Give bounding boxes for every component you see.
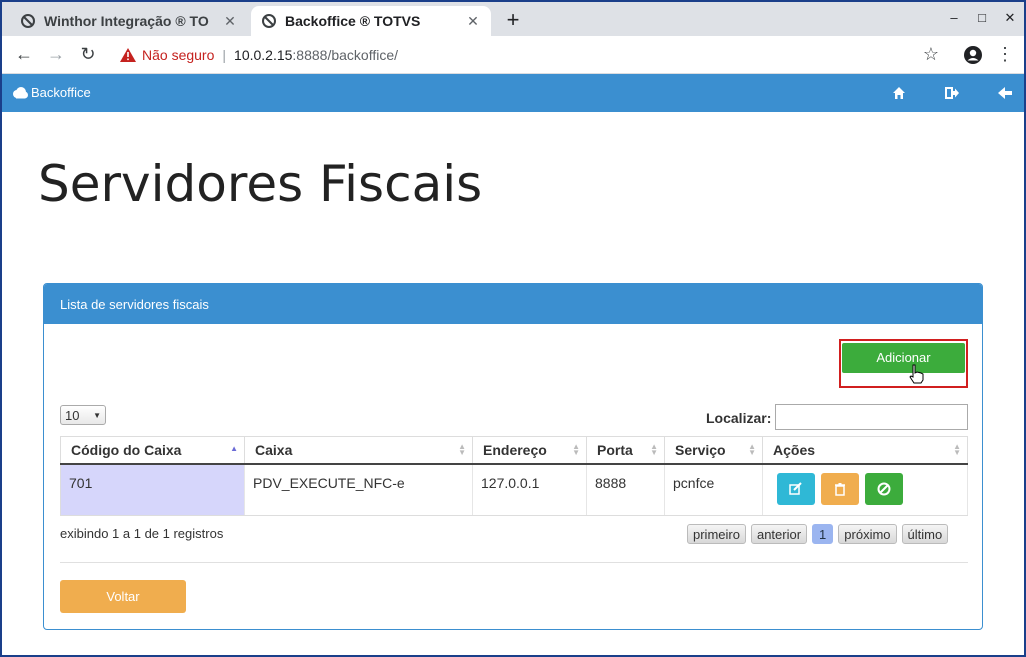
- back-button[interactable]: Voltar: [60, 580, 186, 613]
- minimize-button[interactable]: –: [946, 10, 962, 25]
- blocked-favicon-icon: [262, 14, 276, 28]
- chevron-down-icon: ▼: [93, 411, 101, 420]
- cell-servico: pcnfce: [664, 463, 763, 516]
- ban-icon: [877, 482, 891, 495]
- trash-icon: [835, 482, 845, 496]
- tab-title: Winthor Integração ® TO: [44, 13, 209, 29]
- sort-icon: ▲ ▼: [572, 442, 580, 457]
- app-header: Backoffice: [2, 74, 1024, 112]
- servers-panel: Lista de servidores fiscais Adicionar 10…: [43, 283, 983, 630]
- cell-acoes: [762, 463, 968, 516]
- column-label: Código do Caixa: [71, 441, 182, 458]
- cloud-icon: [13, 86, 28, 98]
- column-label: Caixa: [255, 441, 293, 458]
- profile-icon[interactable]: [962, 45, 984, 65]
- servers-table: Código do Caixa ▲ Caixa ▲ ▼ Endereço ▲ ▼ Port…: [60, 436, 968, 516]
- sign-out-icon[interactable]: [944, 85, 960, 101]
- new-tab-button[interactable]: +: [502, 9, 524, 31]
- column-header-servico[interactable]: Serviço ▲ ▼: [664, 436, 763, 465]
- browser-toolbar: ← → ↻ Não seguro | 10.0.2.15:8888/backof…: [2, 36, 1024, 74]
- sort-asc-icon: ▲: [230, 444, 238, 453]
- hand-cursor-icon: [909, 364, 924, 384]
- brand-label: Backoffice: [31, 85, 91, 100]
- page-length-select[interactable]: 10 ▼: [60, 405, 106, 425]
- browser-tab-backoffice[interactable]: Backoffice ® TOTVS ✕: [251, 6, 491, 36]
- maximize-button[interactable]: □: [974, 10, 990, 25]
- tab-title: Backoffice ® TOTVS: [285, 13, 421, 29]
- sort-icon: ▲ ▼: [953, 442, 961, 457]
- column-label: Ações: [773, 441, 816, 458]
- menu-kebab-icon[interactable]: ⋮: [994, 44, 1016, 64]
- edit-icon: [789, 481, 802, 495]
- back-arrow-icon[interactable]: ←: [14, 44, 34, 64]
- page-title: Servidores Fiscais: [38, 155, 483, 213]
- cell-codigo: 701: [60, 463, 245, 516]
- divider: [60, 562, 968, 563]
- blocked-favicon-icon: [21, 14, 35, 28]
- search-label: Localizar:: [706, 410, 772, 426]
- url-host: 10.0.2.15: [234, 47, 293, 63]
- browser-tab-winthor[interactable]: Winthor Integração ® TO ✕: [10, 6, 248, 36]
- reload-icon[interactable]: ↻: [78, 44, 98, 64]
- edit-button[interactable]: [777, 472, 815, 505]
- column-header-acoes[interactable]: Ações ▲ ▼: [762, 436, 968, 465]
- column-header-caixa[interactable]: Caixa ▲ ▼: [244, 436, 473, 465]
- page-last-button[interactable]: último: [901, 524, 949, 544]
- disable-button[interactable]: [865, 472, 903, 505]
- column-label: Endereço: [483, 441, 547, 458]
- pagination: primeiro anterior 1 próximo último: [687, 524, 949, 544]
- arrow-left-icon[interactable]: [997, 85, 1013, 101]
- page-current-button[interactable]: 1: [812, 524, 834, 544]
- forward-arrow-icon[interactable]: →: [46, 44, 66, 64]
- home-icon[interactable]: [891, 85, 907, 101]
- warning-icon: [120, 48, 136, 62]
- search-input[interactable]: [775, 404, 968, 430]
- page-length-value: 10: [65, 408, 80, 423]
- table-row: 701 PDV_EXECUTE_NFC-e 127.0.0.1 8888 pcn…: [60, 463, 968, 516]
- column-header-endereco[interactable]: Endereço ▲ ▼: [472, 436, 587, 465]
- column-header-porta[interactable]: Porta ▲ ▼: [586, 436, 665, 465]
- page-prev-button[interactable]: anterior: [750, 524, 808, 544]
- close-window-button[interactable]: ✕: [1002, 10, 1018, 26]
- close-tab-icon[interactable]: ✕: [222, 13, 238, 30]
- cell-endereco: 127.0.0.1: [472, 463, 587, 516]
- delete-button[interactable]: [821, 472, 859, 505]
- records-info: exibindo 1 a 1 de 1 registros: [60, 526, 224, 541]
- column-header-codigo[interactable]: Código do Caixa ▲: [60, 436, 245, 465]
- security-status[interactable]: Não seguro: [142, 47, 214, 63]
- sort-icon: ▲ ▼: [748, 442, 756, 457]
- page-first-button[interactable]: primeiro: [687, 524, 746, 544]
- cell-caixa: PDV_EXECUTE_NFC-e: [244, 463, 473, 516]
- address-separator: |: [222, 47, 227, 63]
- bookmark-star-icon[interactable]: ☆: [920, 44, 942, 64]
- url-path: :8888/backoffice/: [292, 47, 399, 63]
- browser-tab-bar: Winthor Integração ® TO ✕ Backoffice ® T…: [2, 2, 1024, 36]
- column-label: Porta: [597, 441, 633, 458]
- column-label: Serviço: [675, 441, 726, 458]
- sort-icon: ▲ ▼: [650, 442, 658, 457]
- panel-title: Lista de servidores fiscais: [44, 284, 982, 324]
- close-tab-icon[interactable]: ✕: [465, 13, 481, 30]
- address-bar[interactable]: Não seguro | 10.0.2.15:8888/backoffice/: [110, 41, 950, 69]
- page-next-button[interactable]: próximo: [838, 524, 897, 544]
- cell-porta: 8888: [586, 463, 665, 516]
- brand-link[interactable]: Backoffice: [12, 85, 91, 100]
- sort-icon: ▲ ▼: [458, 442, 466, 457]
- add-button[interactable]: Adicionar: [842, 343, 965, 373]
